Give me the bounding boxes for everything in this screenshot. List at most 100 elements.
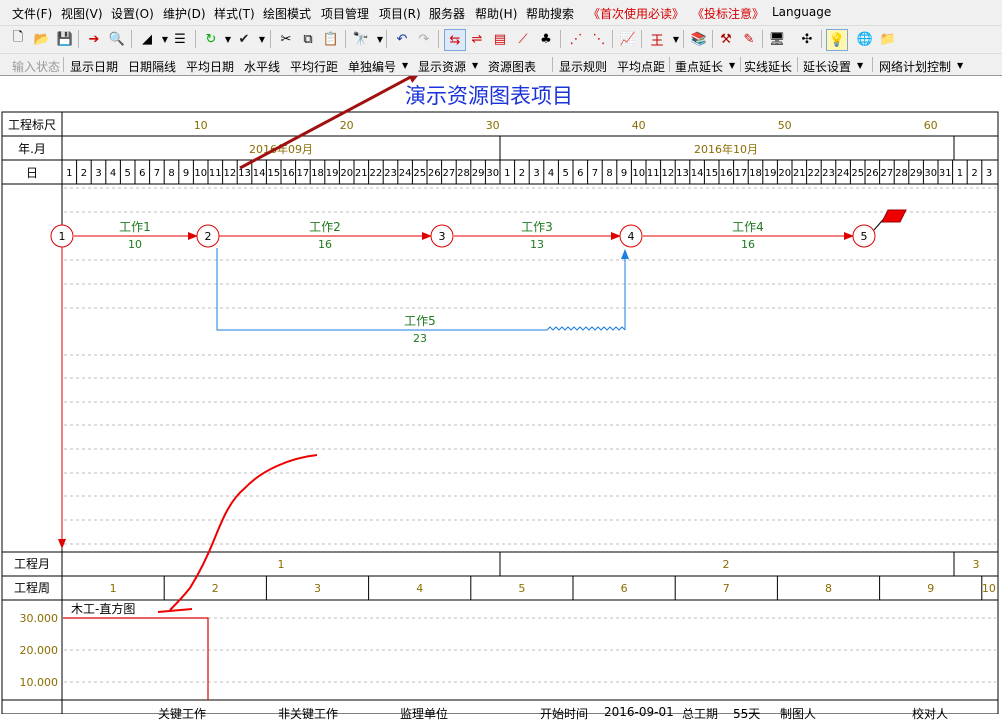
tree-icon[interactable]: ♣ <box>536 29 556 49</box>
toolbar-button-4[interactable]: 水平线 <box>244 58 280 75</box>
books-icon[interactable]: 📚 <box>689 29 709 49</box>
node-align-icon[interactable]: ⋰ <box>566 29 586 49</box>
day-cell: 27 <box>443 168 456 179</box>
menu-item-7[interactable]: 项目(R) <box>379 5 421 22</box>
find-icon[interactable]: 🔭 <box>351 29 371 49</box>
day-cell: 3 <box>95 168 101 179</box>
toolbar-button-6[interactable]: 单独编号 <box>348 58 396 75</box>
time-scale-icon[interactable]: ⇌ <box>467 29 487 49</box>
chevron-down-icon[interactable]: ▼ <box>472 61 478 70</box>
undo-icon[interactable]: ↶ <box>392 29 412 49</box>
menu-item-1[interactable]: 视图(V) <box>61 5 103 22</box>
status-cell-4: 2016-09-01 <box>604 705 674 719</box>
week-cell: 3 <box>314 582 321 595</box>
toolbar-button-0[interactable]: 输入状态 <box>12 58 60 75</box>
save-icon[interactable]: 💾 <box>55 29 75 49</box>
chevron-down-icon[interactable]: ▼ <box>252 29 272 49</box>
open-folder-icon[interactable]: 📂 <box>32 29 52 49</box>
toolbar-button-7[interactable]: 显示资源 <box>418 58 466 75</box>
toolbar-button-5[interactable]: 平均行距 <box>290 58 338 75</box>
day-cell: 8 <box>606 168 612 179</box>
menu-item-9[interactable]: 帮助(H) <box>475 5 517 22</box>
menu-item-5[interactable]: 绘图模式 <box>263 5 311 22</box>
label-icon[interactable]: 王 <box>647 29 667 49</box>
chevron-down-icon[interactable]: ▼ <box>402 61 408 70</box>
tools-icon[interactable]: ⚒ <box>716 29 736 49</box>
paste-icon[interactable]: 📋 <box>321 29 341 49</box>
day-cell: 20 <box>778 168 791 179</box>
menu-item-0[interactable]: 文件(F) <box>12 5 52 22</box>
task-duration-3: 13 <box>530 238 544 251</box>
node-5[interactable]: 5 <box>852 224 876 248</box>
network-chart: 10 20 30 40 50 60 1 2 3 4 5 6 7 8 9 10 11 12 13 14 15 16 17 18… <box>1 76 999 714</box>
lightbulb-icon[interactable]: 💡 <box>826 29 848 51</box>
cross-icon[interactable]: ✣ <box>797 29 817 49</box>
node-3[interactable]: 3 <box>430 224 454 248</box>
globe-icon[interactable]: 🌐 <box>855 29 875 49</box>
chevron-down-icon[interactable]: ▼ <box>857 61 863 70</box>
scale-tick: 10 <box>194 119 208 132</box>
cut-icon[interactable]: ✂ <box>276 29 296 49</box>
edit-icon[interactable]: ✎ <box>739 29 759 49</box>
copy-icon[interactable]: ⧉ <box>298 29 318 49</box>
redo-icon[interactable]: ↷ <box>414 29 434 49</box>
monitor-icon[interactable]: 🖥 <box>767 29 787 49</box>
new-file-icon[interactable]: 🗋 <box>8 29 28 49</box>
toolbar-button-11[interactable]: 重点延长 <box>675 58 723 75</box>
scale-tick: 40 <box>632 119 646 132</box>
menu-item-13[interactable]: Language <box>772 5 831 19</box>
finish-flag-icon <box>881 209 907 223</box>
toolbar-button-8[interactable]: 资源图表 <box>488 58 536 75</box>
day-cell: 11 <box>209 168 222 179</box>
gantt-icon[interactable]: ▤ <box>490 29 510 49</box>
menu-item-10[interactable]: 帮助搜索 <box>526 5 574 22</box>
day-cell: 15 <box>267 168 280 179</box>
hand-drawn-arrow <box>169 454 318 611</box>
node-4[interactable]: 4 <box>619 224 643 248</box>
folder-go-icon[interactable]: 📁 <box>878 29 898 49</box>
day-cell: 30 <box>486 168 499 179</box>
toolbar-button-1[interactable]: 显示日期 <box>70 58 118 75</box>
line-style-icon[interactable]: ◢ <box>137 29 157 49</box>
network-mode-icon[interactable]: ⇆ <box>444 29 466 51</box>
chevron-down-icon[interactable]: ▼ <box>370 29 390 49</box>
day-cell: 26 <box>428 168 441 179</box>
toolbar-button-13[interactable]: 延长设置 <box>803 58 851 75</box>
week-cell: 8 <box>825 582 832 595</box>
menu-item-12[interactable]: 《投标注意》 <box>692 5 764 22</box>
menu-item-11[interactable]: 《首次使用必读》 <box>588 5 684 22</box>
menu-item-8[interactable]: 服务器 <box>429 5 465 22</box>
menu-item-6[interactable]: 项目管理 <box>321 5 369 22</box>
day-cell: 14 <box>253 168 266 179</box>
menu-item-4[interactable]: 样式(T) <box>214 5 255 22</box>
toolbar-button-9[interactable]: 显示规则 <box>559 58 607 75</box>
day-cell: 22 <box>808 168 821 179</box>
toolbar-button-10[interactable]: 平均点距 <box>617 58 665 75</box>
toolbar-button-14[interactable]: 网络计划控制 <box>879 58 951 75</box>
list-indent-icon[interactable]: ☰ <box>170 29 190 49</box>
node-space-icon[interactable]: ⋱ <box>589 29 609 49</box>
print-preview-icon[interactable]: 🔍 <box>107 29 127 49</box>
menu-item-2[interactable]: 设置(O) <box>111 5 154 22</box>
day-cell: 1 <box>66 168 72 179</box>
week-cell: 4 <box>416 582 423 595</box>
day-cell: 31 <box>939 168 952 179</box>
resource-curve-icon[interactable]: 📈 <box>618 29 638 49</box>
toolbar-button-3[interactable]: 平均日期 <box>186 58 234 75</box>
check-icon[interactable]: ✔ <box>234 29 254 49</box>
chevron-down-icon[interactable]: ▼ <box>729 61 735 70</box>
node-2[interactable]: 2 <box>196 224 220 248</box>
line-chart-icon[interactable]: ⟋ <box>513 29 533 49</box>
month-cell-1: 2016年09月 <box>249 142 313 156</box>
toolbar-button-2[interactable]: 日期隔线 <box>128 58 176 75</box>
week-cell: 6 <box>621 582 628 595</box>
day-cell: 17 <box>297 168 310 179</box>
chevron-down-icon[interactable]: ▼ <box>957 61 963 70</box>
export-icon[interactable]: ➔ <box>84 29 104 49</box>
project-month-2: 2 <box>723 558 730 571</box>
week-cell: 10 <box>982 582 996 595</box>
node-1[interactable]: 1 <box>50 224 74 248</box>
toolbar-button-12[interactable]: 实线延长 <box>744 58 792 75</box>
menu-item-3[interactable]: 维护(D) <box>163 5 206 22</box>
day-cell: 24 <box>399 168 412 179</box>
